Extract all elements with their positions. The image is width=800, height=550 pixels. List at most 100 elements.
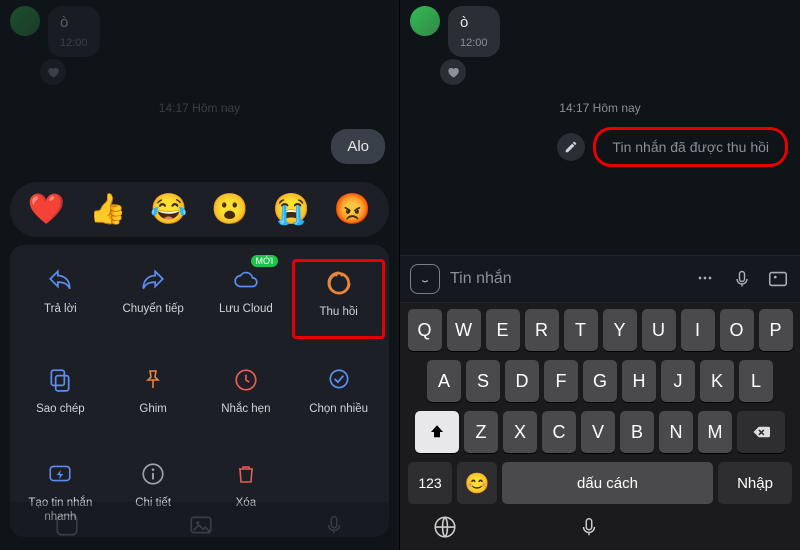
action-save-cloud[interactable]: MỚI Lưu Cloud: [200, 259, 293, 339]
key-k[interactable]: K: [700, 360, 734, 402]
keyboard-row-2: A S D F G H J K L: [404, 360, 796, 402]
message-time: 12:00: [60, 37, 88, 49]
key-r[interactable]: R: [525, 309, 559, 351]
globe-icon[interactable]: [432, 514, 458, 540]
chat-background: ò 12:00 14:17 Hôm nay: [0, 0, 399, 115]
key-v[interactable]: V: [581, 411, 615, 453]
key-x[interactable]: X: [503, 411, 537, 453]
key-w[interactable]: W: [447, 309, 481, 351]
key-z[interactable]: Z: [464, 411, 498, 453]
clock-icon: [229, 363, 263, 397]
reaction-picker: ❤️ 👍 😂 😮 😭 😡: [10, 182, 389, 237]
new-badge: MỚI: [251, 255, 279, 267]
action-multiselect[interactable]: Chọn nhiều: [292, 359, 385, 433]
context-action-sheet: Trả lời Chuyển tiếp MỚI Lưu Cloud Thu h: [10, 245, 389, 537]
key-a[interactable]: A: [427, 360, 461, 402]
action-remind[interactable]: Nhắc hẹn: [200, 359, 293, 433]
key-123[interactable]: 123: [408, 462, 452, 504]
key-s[interactable]: S: [466, 360, 500, 402]
reply-icon: [43, 263, 77, 297]
key-m[interactable]: M: [698, 411, 732, 453]
keyboard-row-space: 123 😊 dấu cách Nhập: [404, 462, 796, 504]
message-bubble[interactable]: ò 12:00: [48, 6, 100, 57]
image-picker-icon[interactable]: [766, 268, 790, 290]
key-o[interactable]: O: [720, 309, 754, 351]
key-t[interactable]: T: [564, 309, 598, 351]
pin-icon: [136, 363, 170, 397]
incoming-message: ò 12:00: [0, 0, 399, 63]
keyboard-bottom-row: [404, 512, 796, 542]
recalled-bubble[interactable]: Tin nhắn đã được thu hồi: [595, 129, 786, 165]
key-f[interactable]: F: [544, 360, 578, 402]
trash-icon: [229, 457, 263, 491]
edit-button[interactable]: [557, 133, 585, 161]
message-input[interactable]: Tin nhắn: [450, 270, 682, 288]
key-backspace[interactable]: [737, 411, 785, 453]
key-emoji[interactable]: 😊: [457, 462, 497, 504]
avatar[interactable]: [410, 6, 440, 36]
key-p[interactable]: P: [759, 309, 793, 351]
outgoing-message-row: Alo: [0, 125, 399, 168]
reaction-heart[interactable]: [40, 59, 66, 85]
message-text: ò: [60, 14, 88, 31]
keyboard-row-3: Z X C V B N M: [404, 411, 796, 453]
nav-sticker-icon[interactable]: [54, 512, 80, 538]
reaction-heart-icon[interactable]: ❤️: [28, 192, 65, 227]
recalled-message-row: Tin nhắn đã được thu hồi: [400, 125, 800, 169]
key-b[interactable]: B: [620, 411, 654, 453]
message-input-bar: Tin nhắn: [400, 255, 800, 303]
key-d[interactable]: D: [505, 360, 539, 402]
forward-icon: [136, 263, 170, 297]
key-shift[interactable]: [415, 411, 459, 453]
key-h[interactable]: H: [622, 360, 656, 402]
key-j[interactable]: J: [661, 360, 695, 402]
message-bubble[interactable]: ò 12:00: [448, 6, 500, 57]
key-g[interactable]: G: [583, 360, 617, 402]
dictation-icon[interactable]: [578, 514, 600, 540]
key-space[interactable]: dấu cách: [502, 462, 713, 504]
avatar[interactable]: [10, 6, 40, 36]
copy-icon: [43, 363, 77, 397]
reaction-cry-icon[interactable]: 😭: [273, 192, 310, 227]
key-i[interactable]: I: [681, 309, 715, 351]
panel-recalled-result: ò 12:00 14:17 Hôm nay Tin nhắn đã được t…: [400, 0, 800, 550]
reaction-laugh-icon[interactable]: 😂: [150, 192, 187, 227]
key-l[interactable]: L: [739, 360, 773, 402]
action-pin[interactable]: Ghim: [107, 359, 200, 433]
nav-mic-icon[interactable]: [323, 512, 345, 538]
action-copy[interactable]: Sao chép: [14, 359, 107, 433]
reaction-wow-icon[interactable]: 😮: [211, 192, 248, 227]
key-q[interactable]: Q: [408, 309, 442, 351]
keyboard: Q W E R T Y U I O P A S D F G H J K L: [400, 303, 800, 550]
action-reply[interactable]: Trả lời: [14, 259, 107, 339]
key-y[interactable]: Y: [603, 309, 637, 351]
keyboard-row-1: Q W E R T Y U I O P: [404, 309, 796, 351]
multiselect-icon: [322, 363, 356, 397]
sticker-button[interactable]: [410, 264, 440, 294]
info-icon: [136, 457, 170, 491]
reaction-heart[interactable]: [440, 59, 466, 85]
panel-context-menu: ò 12:00 14:17 Hôm nay Alo ❤️ 👍 😂 😮 😭 😡: [0, 0, 400, 550]
key-c[interactable]: C: [542, 411, 576, 453]
key-u[interactable]: U: [642, 309, 676, 351]
bottom-nav: [0, 502, 399, 550]
incoming-message: ò 12:00: [400, 0, 800, 63]
recall-icon: [322, 266, 356, 300]
date-separator: 14:17 Hôm nay: [400, 101, 800, 115]
key-n[interactable]: N: [659, 411, 693, 453]
action-recall[interactable]: Thu hồi: [292, 259, 385, 339]
message-time: 12:00: [460, 37, 488, 49]
more-icon[interactable]: [692, 268, 718, 290]
outgoing-bubble[interactable]: Alo: [331, 129, 385, 164]
reaction-thumbsup-icon[interactable]: 👍: [89, 192, 126, 227]
action-forward[interactable]: Chuyển tiếp: [107, 259, 200, 339]
mic-icon[interactable]: [732, 268, 752, 290]
date-separator: 14:17 Hôm nay: [0, 101, 399, 115]
key-enter[interactable]: Nhập: [718, 462, 792, 504]
message-text: ò: [460, 14, 488, 31]
reaction-angry-icon[interactable]: 😡: [334, 192, 371, 227]
key-e[interactable]: E: [486, 309, 520, 351]
bolt-message-icon: [43, 457, 77, 491]
cloud-icon: [229, 263, 263, 297]
nav-image-icon[interactable]: [188, 512, 214, 538]
